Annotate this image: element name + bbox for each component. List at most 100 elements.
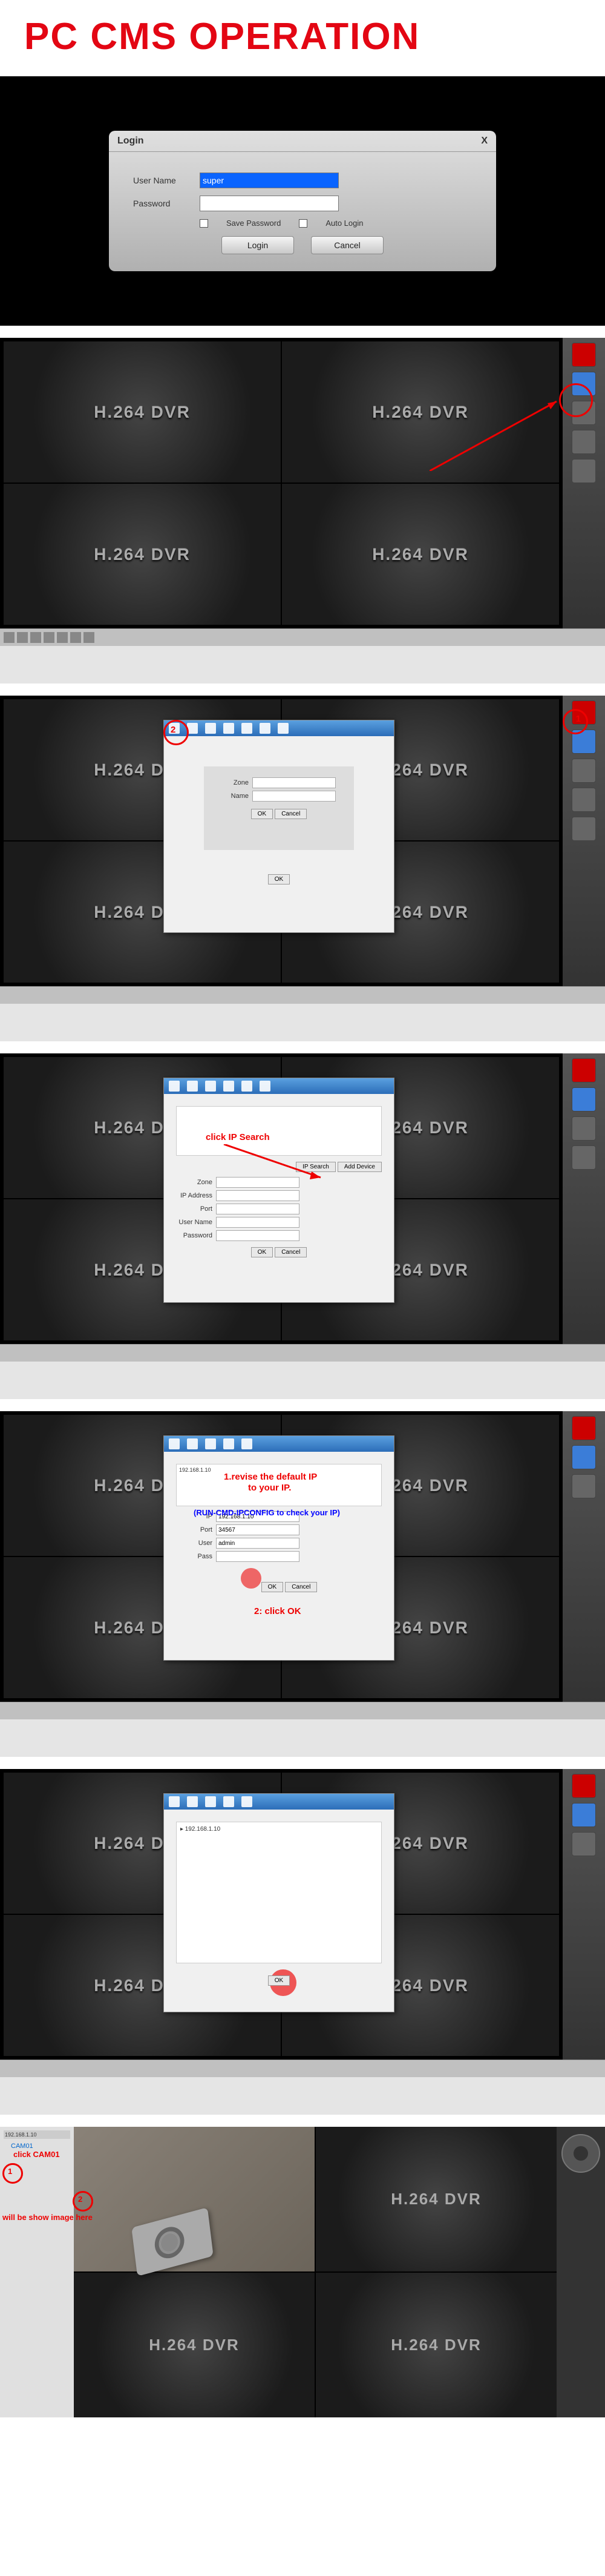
tab-icon[interactable] xyxy=(241,1081,252,1092)
tab-icon[interactable] xyxy=(223,723,234,734)
sidebar-icon[interactable] xyxy=(572,759,596,783)
auto-login-checkbox[interactable] xyxy=(299,219,307,228)
tab-icon[interactable] xyxy=(169,1438,180,1449)
step6-shot: H.264 DVR H.264 DVR H.264 DVR H.264 DVR … xyxy=(0,1769,605,2115)
tab-icon[interactable] xyxy=(187,1796,198,1807)
ok-button[interactable]: OK xyxy=(268,1975,290,1986)
tab-icon[interactable] xyxy=(278,723,289,734)
bottom-panel xyxy=(0,628,605,684)
system-icon[interactable] xyxy=(572,1803,596,1827)
grid-toolbar xyxy=(0,629,605,646)
remote-control-object xyxy=(131,2207,213,2276)
video-tile[interactable]: H.264 DVR xyxy=(282,484,559,625)
sidebar-icon[interactable] xyxy=(572,788,596,812)
user-input[interactable] xyxy=(216,1217,299,1228)
tab-icon[interactable] xyxy=(241,723,252,734)
record-icon[interactable] xyxy=(572,1058,596,1082)
tab-icon[interactable] xyxy=(260,1081,270,1092)
annotation-circle-2 xyxy=(163,720,189,745)
tab-icon[interactable] xyxy=(223,1081,234,1092)
cancel-button[interactable]: Cancel xyxy=(275,809,307,819)
video-tile[interactable]: H.264 DVR xyxy=(4,484,281,625)
record-icon[interactable] xyxy=(572,1416,596,1440)
record-icon[interactable] xyxy=(572,1774,596,1798)
tab-icon[interactable] xyxy=(205,723,216,734)
password-input[interactable] xyxy=(200,196,339,211)
field-label: Zone xyxy=(212,779,249,786)
ok-button[interactable]: OK xyxy=(261,1582,283,1592)
annotation-ipsearch: click IP Search xyxy=(206,1132,270,1142)
device-edit-dialog: 192.168.1.10 IP Port User Pass OK Cancel xyxy=(163,1435,394,1661)
field-label: Name xyxy=(212,792,249,800)
cancel-button[interactable]: Cancel xyxy=(285,1582,317,1592)
ok-button[interactable]: OK xyxy=(251,1247,273,1257)
sidebar-icon[interactable] xyxy=(572,459,596,483)
layout-icon[interactable] xyxy=(30,632,41,643)
sidebar-icon[interactable] xyxy=(572,1474,596,1498)
step3-shot: H.264 DVR H.264 DVR H.264 DVR H.264 DVR … xyxy=(0,696,605,1041)
port-input[interactable] xyxy=(216,1204,299,1214)
device-tree[interactable]: ▸ 192.168.1.10 xyxy=(176,1822,382,1963)
pass-input[interactable] xyxy=(216,1551,299,1562)
device-manager-dialog: Zone Name OK Cancel OK xyxy=(163,720,394,933)
username-input[interactable] xyxy=(200,173,339,188)
record-icon[interactable] xyxy=(572,343,596,367)
step5-shot: H.264 DVR H.264 DVR H.264 DVR H.264 DVR … xyxy=(0,1411,605,1757)
port-input[interactable] xyxy=(216,1524,299,1535)
tab-icon[interactable] xyxy=(241,1438,252,1449)
dialog-tabs xyxy=(164,720,394,736)
login-header: Login X xyxy=(109,131,496,152)
save-password-checkbox[interactable] xyxy=(200,219,208,228)
ptz-dial[interactable] xyxy=(561,2134,600,2173)
video-tile[interactable]: H.264 DVR xyxy=(4,341,281,483)
login-dialog: Login X User Name Password Save Password… xyxy=(109,131,496,271)
name-input[interactable] xyxy=(252,791,336,802)
save-password-label: Save Password xyxy=(226,219,281,228)
video-tile[interactable]: H.264 DVR xyxy=(316,2273,557,2417)
pass-input[interactable] xyxy=(216,1230,299,1241)
ok-button[interactable]: OK xyxy=(251,809,273,819)
tree-root[interactable]: 192.168.1.10 xyxy=(4,2130,70,2139)
add-device-button[interactable]: Add Device xyxy=(338,1162,382,1172)
tab-icon[interactable] xyxy=(205,1081,216,1092)
tab-icon[interactable] xyxy=(223,1438,234,1449)
tab-icon[interactable] xyxy=(169,1796,180,1807)
layout-icon[interactable] xyxy=(17,632,28,643)
sidebar-icon[interactable] xyxy=(572,430,596,454)
layout-icon[interactable] xyxy=(83,632,94,643)
annotation-circle-1 xyxy=(2,2163,23,2184)
tab-icon[interactable] xyxy=(187,1081,198,1092)
step2-shot: H.264 DVR H.264 DVR H.264 DVR H.264 DVR xyxy=(0,338,605,684)
tab-icon[interactable] xyxy=(205,1796,216,1807)
tab-icon[interactable] xyxy=(260,723,270,734)
zone-input[interactable] xyxy=(252,777,336,788)
live-video-tile[interactable] xyxy=(74,2127,315,2271)
annotation-line1: 1.revise the default IP xyxy=(224,1472,317,1482)
sidebar-icon[interactable] xyxy=(572,1145,596,1170)
tab-icon[interactable] xyxy=(241,1796,252,1807)
layout-icon[interactable] xyxy=(57,632,68,643)
login-button[interactable]: Login xyxy=(221,236,294,254)
sidebar-icon[interactable] xyxy=(572,1116,596,1141)
video-tile[interactable]: H.264 DVR xyxy=(316,2127,557,2271)
tab-icon[interactable] xyxy=(169,1081,180,1092)
sidebar-icon[interactable] xyxy=(572,1832,596,1856)
tab-icon[interactable] xyxy=(187,1438,198,1449)
ok-button[interactable]: OK xyxy=(268,874,290,884)
annotation-image: will be show image here xyxy=(2,2213,93,2222)
cancel-button[interactable]: Cancel xyxy=(311,236,384,254)
annotation-line3: 2: click OK xyxy=(254,1606,301,1616)
layout-icon[interactable] xyxy=(4,632,15,643)
layout-icon[interactable] xyxy=(44,632,54,643)
video-tile[interactable]: H.264 DVR xyxy=(74,2273,315,2417)
sidebar-icon[interactable] xyxy=(572,817,596,841)
system-icon[interactable] xyxy=(572,1087,596,1112)
user-input[interactable] xyxy=(216,1538,299,1549)
cancel-button[interactable]: Cancel xyxy=(275,1247,307,1257)
close-icon[interactable]: X xyxy=(481,136,488,147)
video-grid: H.264 DVR H.264 DVR H.264 DVR xyxy=(74,2127,557,2417)
system-icon[interactable] xyxy=(572,1445,596,1469)
tab-icon[interactable] xyxy=(205,1438,216,1449)
layout-icon[interactable] xyxy=(70,632,81,643)
tab-icon[interactable] xyxy=(223,1796,234,1807)
